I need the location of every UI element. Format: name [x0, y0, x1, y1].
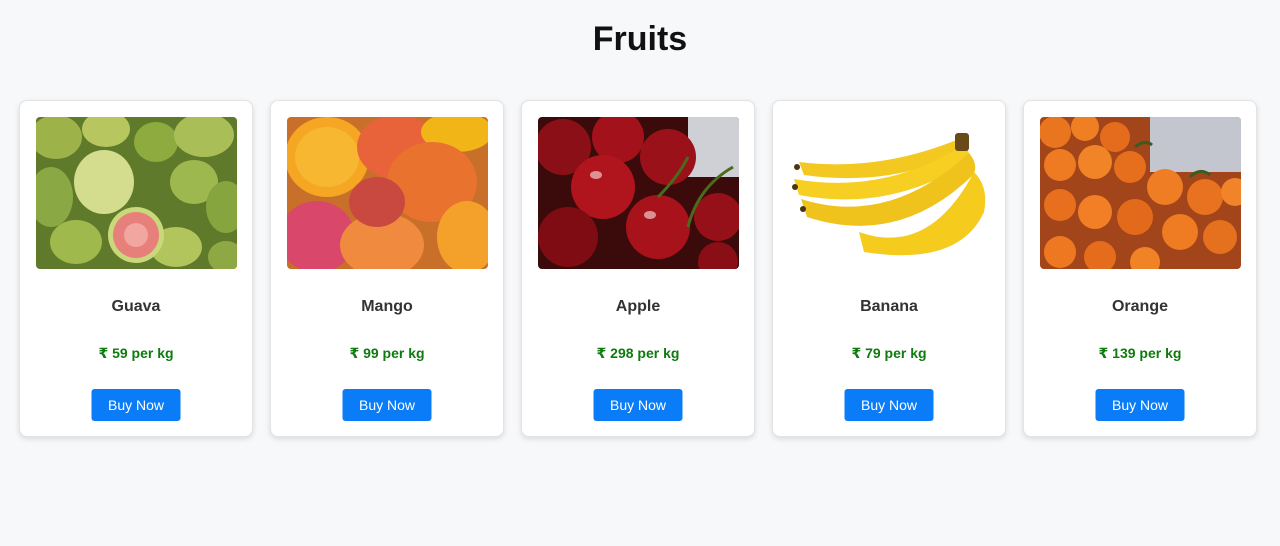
product-card: Guava ₹ 59 per kg Buy Now: [19, 100, 253, 437]
page-title: Fruits: [592, 20, 688, 58]
product-name: Mango: [361, 298, 413, 315]
buy-now-button[interactable]: Buy Now: [342, 389, 432, 421]
orange-image: [1040, 117, 1241, 269]
buy-now-button[interactable]: Buy Now: [844, 389, 934, 421]
product-card: Mango ₹ 99 per kg Buy Now: [270, 100, 504, 437]
product-price: ₹ 99 per kg: [349, 345, 425, 361]
product-price: ₹ 79 per kg: [851, 345, 927, 361]
product-name: Apple: [615, 298, 661, 315]
cherry-image: [538, 117, 739, 269]
product-name: Orange: [1111, 298, 1168, 315]
buy-now-button[interactable]: Buy Now: [1095, 389, 1185, 421]
product-price: ₹ 298 per kg: [596, 345, 680, 361]
product-card: Orange ₹ 139 per kg Buy Now: [1023, 100, 1257, 437]
mango-image: [287, 117, 488, 269]
product-name: Guava: [111, 298, 161, 315]
product-name: Banana: [860, 298, 918, 315]
product-price: ₹ 59 per kg: [98, 345, 174, 361]
product-grid: Guava ₹ 59 per kg Buy Now Mango ₹ 99 per…: [19, 100, 1257, 437]
product-price: ₹ 139 per kg: [1098, 345, 1182, 361]
product-card: Banana ₹ 79 per kg Buy Now: [772, 100, 1006, 437]
buy-now-button[interactable]: Buy Now: [91, 389, 181, 421]
banana-image: [789, 117, 990, 269]
buy-now-button[interactable]: Buy Now: [593, 389, 683, 421]
product-card: Apple ₹ 298 per kg Buy Now: [521, 100, 755, 437]
guava-image: [36, 117, 237, 269]
